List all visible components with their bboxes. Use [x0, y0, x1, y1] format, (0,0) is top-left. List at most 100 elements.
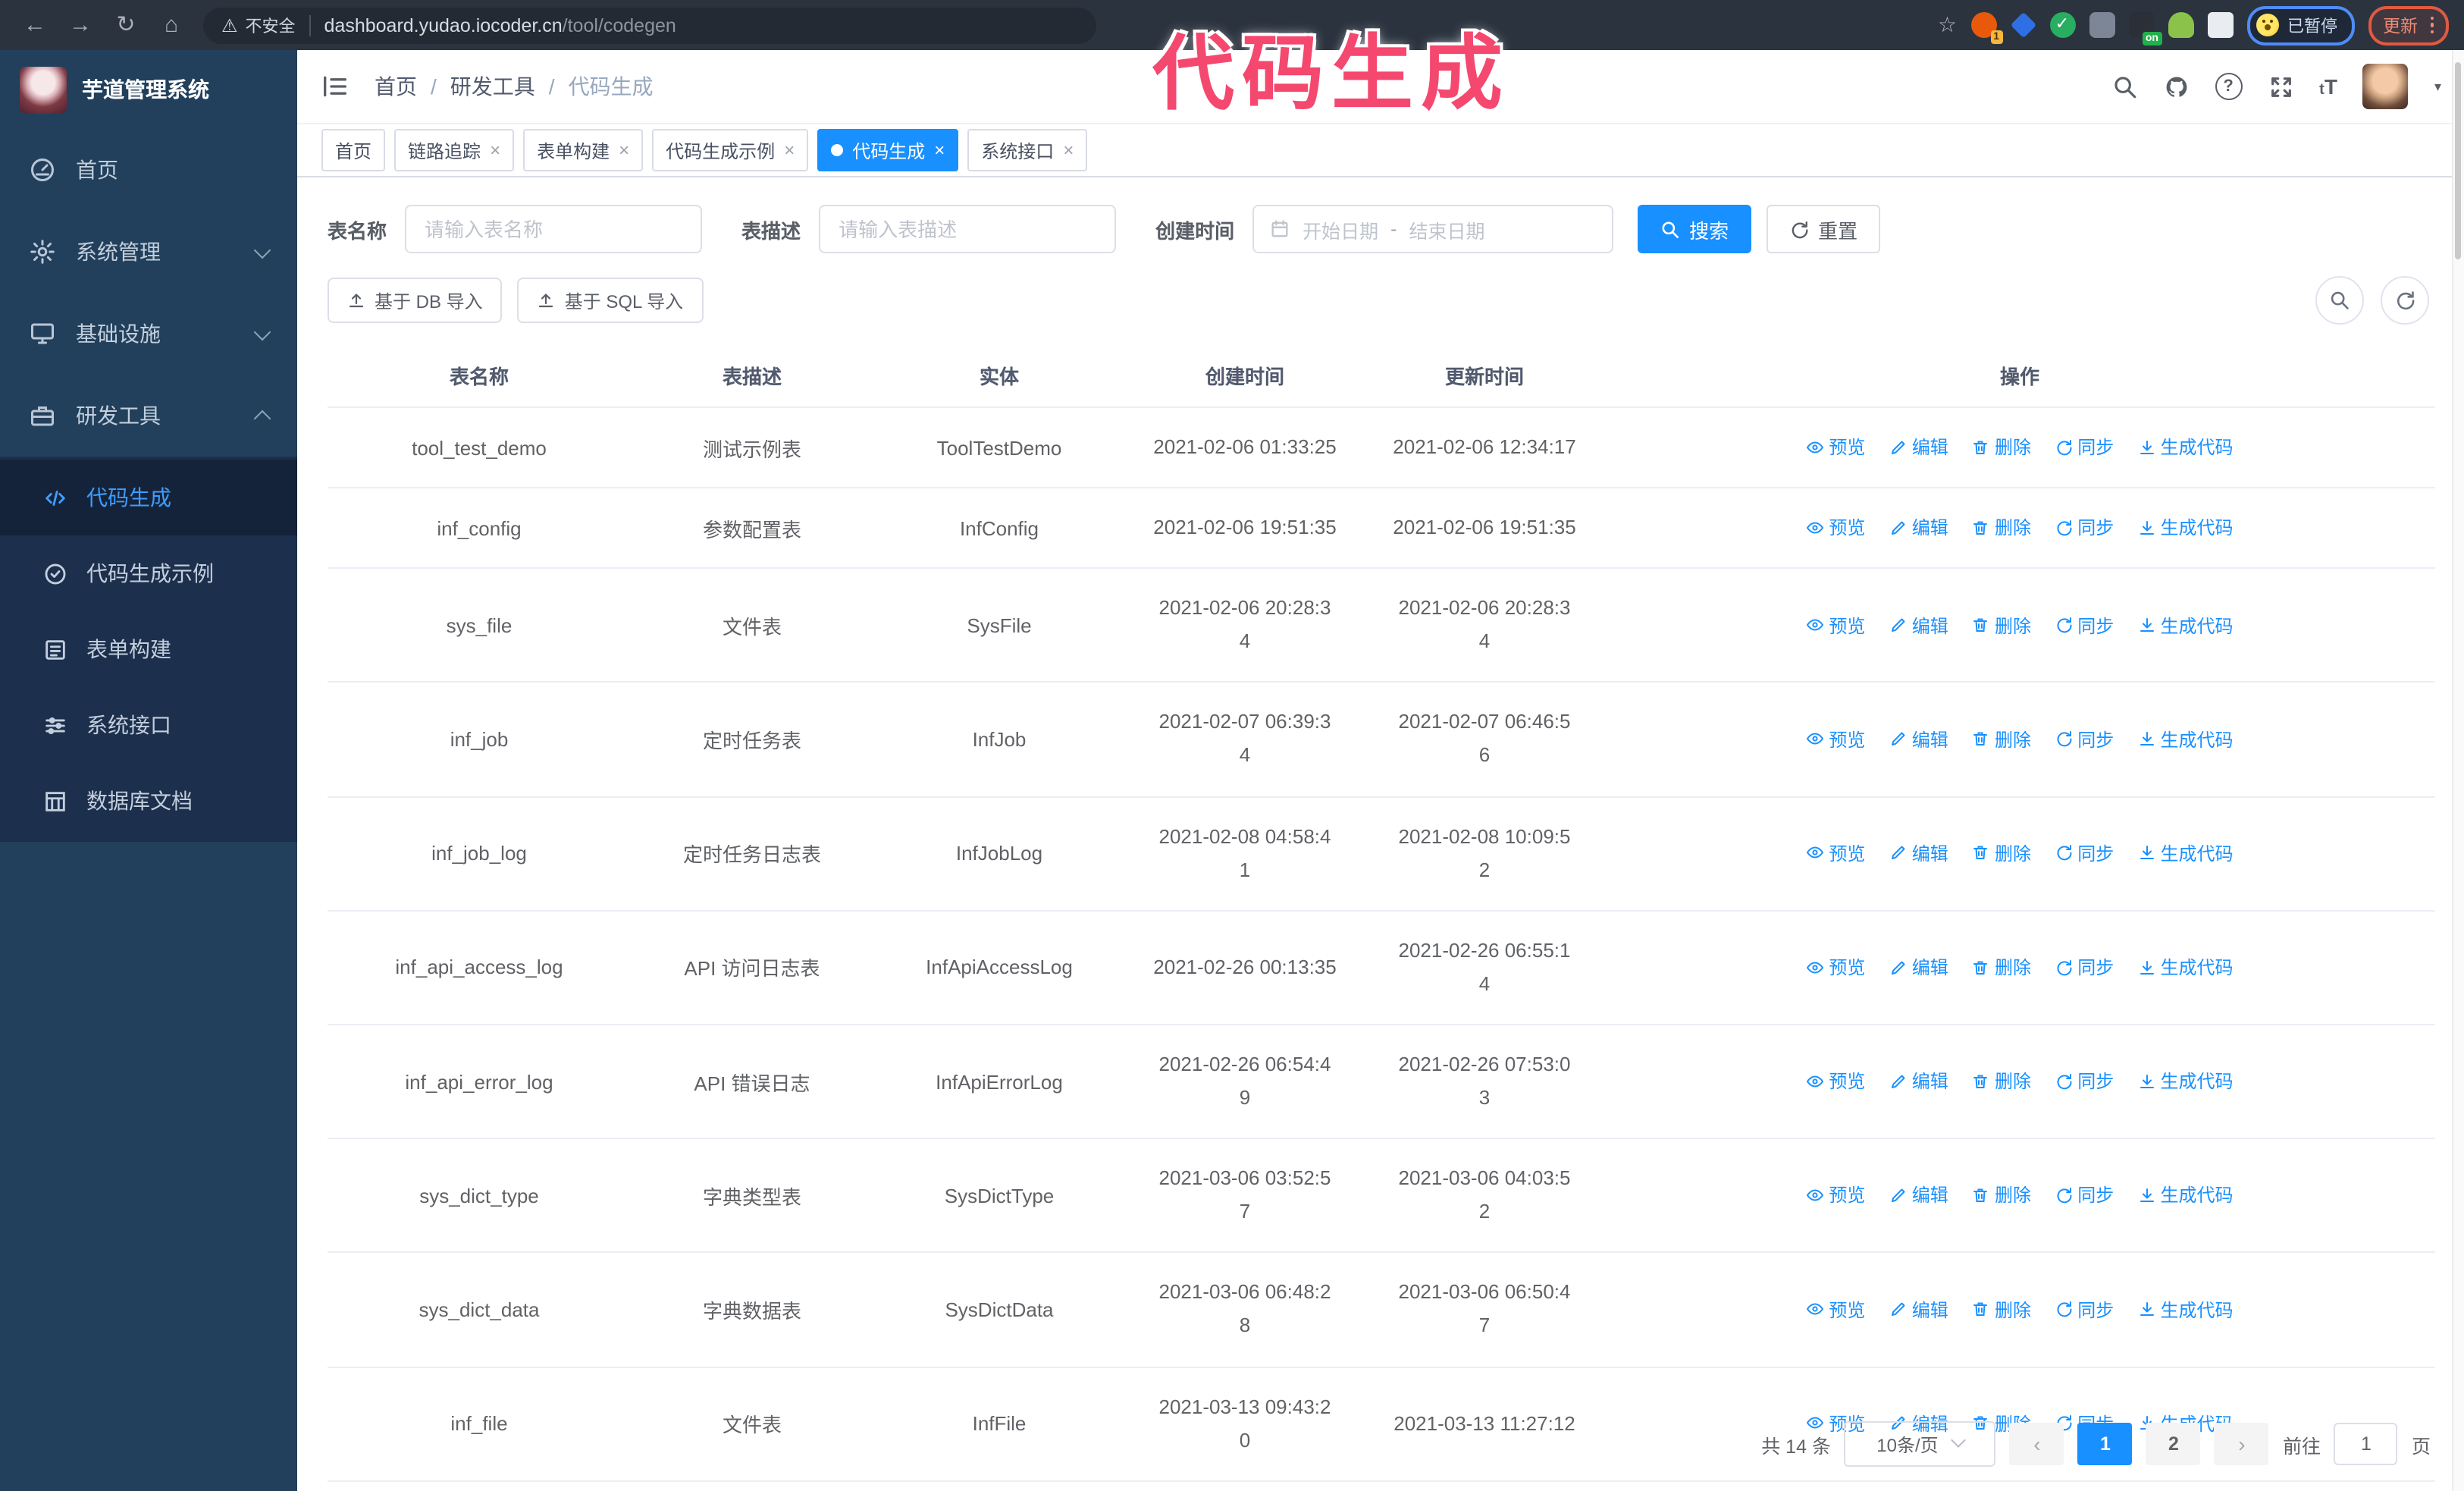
sync-link[interactable]: 同步	[2055, 515, 2114, 541]
extension-icon-robot[interactable]	[2168, 12, 2193, 38]
preview-link[interactable]: 预览	[1806, 515, 1865, 541]
extension-icon-green-check[interactable]: ✓	[2049, 12, 2075, 38]
preview-link[interactable]: 预览	[1806, 435, 1865, 460]
bookmark-star-icon[interactable]: ☆	[1938, 12, 1957, 38]
fullscreen-icon[interactable]	[2268, 74, 2293, 99]
delete-link[interactable]: 删除	[1972, 612, 2031, 638]
breadcrumb-devtools[interactable]: 研发工具	[450, 71, 535, 102]
toggle-search-button[interactable]	[2315, 276, 2364, 325]
sync-link[interactable]: 同步	[2055, 1296, 2114, 1322]
sync-link[interactable]: 同步	[2055, 954, 2114, 980]
generate-code-link[interactable]: 生成代码	[2138, 954, 2234, 980]
goto-page-input[interactable]	[2334, 1423, 2398, 1465]
browser-forward-icon[interactable]: →	[61, 7, 100, 43]
search-icon[interactable]	[2111, 74, 2137, 99]
close-icon[interactable]: ×	[784, 141, 795, 159]
address-bar[interactable]: ⚠ 不安全 dashboard.yudao.iocoder.cn/tool/co…	[203, 7, 1096, 43]
extension-icon-grid[interactable]	[2089, 12, 2114, 38]
tab-form-builder[interactable]: 表单构建 ×	[523, 129, 644, 171]
prev-page-button[interactable]: ‹	[2009, 1423, 2064, 1465]
start-date-placeholder[interactable]: 开始日期	[1303, 215, 1378, 243]
generate-code-link[interactable]: 生成代码	[2138, 515, 2234, 541]
delete-link[interactable]: 删除	[1972, 1296, 2031, 1322]
edit-link[interactable]: 编辑	[1889, 840, 1948, 866]
delete-link[interactable]: 删除	[1972, 954, 2031, 980]
delete-link[interactable]: 删除	[1972, 1069, 2031, 1094]
browser-back-icon[interactable]: ←	[15, 7, 55, 43]
close-icon[interactable]: ×	[490, 141, 500, 159]
extension-icon-dark[interactable]: on	[2128, 12, 2161, 46]
generate-code-link[interactable]: 生成代码	[2138, 435, 2234, 460]
page-size-select[interactable]: 10条/页	[1844, 1421, 1996, 1467]
edit-link[interactable]: 编辑	[1889, 1296, 1948, 1322]
generate-code-link[interactable]: 生成代码	[2138, 1296, 2234, 1322]
delete-link[interactable]: 删除	[1972, 435, 2031, 460]
app-logo-row[interactable]: 芋道管理系统	[0, 50, 297, 129]
close-icon[interactable]: ×	[619, 141, 629, 159]
page-button-2[interactable]: 2	[2146, 1423, 2201, 1465]
tab-tracing[interactable]: 链路追踪 ×	[394, 129, 515, 171]
sidebar-item-form-builder[interactable]: 表单构建	[0, 611, 297, 687]
extensions-puzzle-icon[interactable]	[2207, 12, 2233, 38]
browser-update-button[interactable]: 更新	[2368, 5, 2449, 45]
edit-link[interactable]: 编辑	[1889, 954, 1948, 980]
sidebar-collapse-icon[interactable]	[320, 71, 350, 102]
sync-link[interactable]: 同步	[2055, 1069, 2114, 1094]
page-url[interactable]: dashboard.yudao.iocoder.cn/tool/codegen	[324, 14, 676, 36]
end-date-placeholder[interactable]: 结束日期	[1409, 215, 1484, 243]
page-scrollbar[interactable]	[2452, 50, 2464, 1491]
sidebar-item-devtools[interactable]: 研发工具	[0, 375, 297, 457]
delete-link[interactable]: 删除	[1972, 726, 2031, 752]
preview-link[interactable]: 预览	[1806, 1182, 1865, 1208]
sync-link[interactable]: 同步	[2055, 726, 2114, 752]
sync-link[interactable]: 同步	[2055, 435, 2114, 460]
table-name-input[interactable]	[405, 205, 703, 253]
security-warning[interactable]: ⚠ 不安全	[221, 13, 296, 37]
table-desc-input[interactable]	[819, 205, 1117, 253]
search-button[interactable]: 搜索	[1638, 205, 1752, 253]
import-sql-button[interactable]: 基于 SQL 导入	[517, 278, 704, 323]
sidebar-item-infra[interactable]: 基础设施	[0, 293, 297, 375]
preview-link[interactable]: 预览	[1806, 612, 1865, 638]
scrollbar-thumb[interactable]	[2455, 62, 2461, 259]
preview-link[interactable]: 预览	[1806, 954, 1865, 980]
generate-code-link[interactable]: 生成代码	[2138, 1182, 2234, 1208]
user-avatar[interactable]	[2362, 64, 2409, 109]
edit-link[interactable]: 编辑	[1889, 1069, 1948, 1094]
sidebar-item-system[interactable]: 系统管理	[0, 211, 297, 293]
tab-codegen-example[interactable]: 代码生成示例 ×	[652, 129, 809, 171]
browser-home-icon[interactable]: ⌂	[152, 7, 191, 43]
next-page-button[interactable]: ›	[2214, 1423, 2269, 1465]
browser-reload-icon[interactable]: ↻	[106, 7, 146, 43]
edit-link[interactable]: 编辑	[1889, 1182, 1948, 1208]
close-icon[interactable]: ×	[934, 141, 945, 159]
preview-link[interactable]: 预览	[1806, 1069, 1865, 1094]
close-icon[interactable]: ×	[1063, 141, 1074, 159]
tab-codegen[interactable]: 代码生成 ×	[817, 129, 959, 171]
github-icon[interactable]	[2163, 74, 2189, 99]
preview-link[interactable]: 预览	[1806, 1296, 1865, 1322]
generate-code-link[interactable]: 生成代码	[2138, 726, 2234, 752]
generate-code-link[interactable]: 生成代码	[2138, 1069, 2234, 1094]
date-range-picker[interactable]: 开始日期 - 结束日期	[1252, 205, 1614, 253]
generate-code-link[interactable]: 生成代码	[2138, 612, 2234, 638]
breadcrumb-home[interactable]: 首页	[375, 71, 417, 102]
sidebar-item-codegen[interactable]: 代码生成	[0, 460, 297, 535]
font-size-icon[interactable]: tT	[2319, 74, 2337, 99]
help-icon[interactable]: ?	[2215, 73, 2243, 100]
refresh-table-button[interactable]	[2381, 276, 2429, 325]
sync-link[interactable]: 同步	[2055, 612, 2114, 638]
sidebar-item-codegen-example[interactable]: 代码生成示例	[0, 535, 297, 611]
sidebar-item-system-api[interactable]: 系统接口	[0, 687, 297, 763]
profile-chip[interactable]: 已暂停	[2246, 5, 2354, 45]
extension-icon-blue-diamond[interactable]	[2009, 11, 2036, 39]
sync-link[interactable]: 同步	[2055, 840, 2114, 866]
generate-code-link[interactable]: 生成代码	[2138, 840, 2234, 866]
page-button-1[interactable]: 1	[2077, 1423, 2133, 1465]
sync-link[interactable]: 同步	[2055, 1182, 2114, 1208]
sidebar-item-home[interactable]: 首页	[0, 129, 297, 211]
edit-link[interactable]: 编辑	[1889, 515, 1948, 541]
import-db-button[interactable]: 基于 DB 导入	[328, 278, 503, 323]
browser-menu-dots-icon[interactable]	[2430, 16, 2434, 34]
sidebar-item-db-doc[interactable]: 数据库文档	[0, 763, 297, 839]
